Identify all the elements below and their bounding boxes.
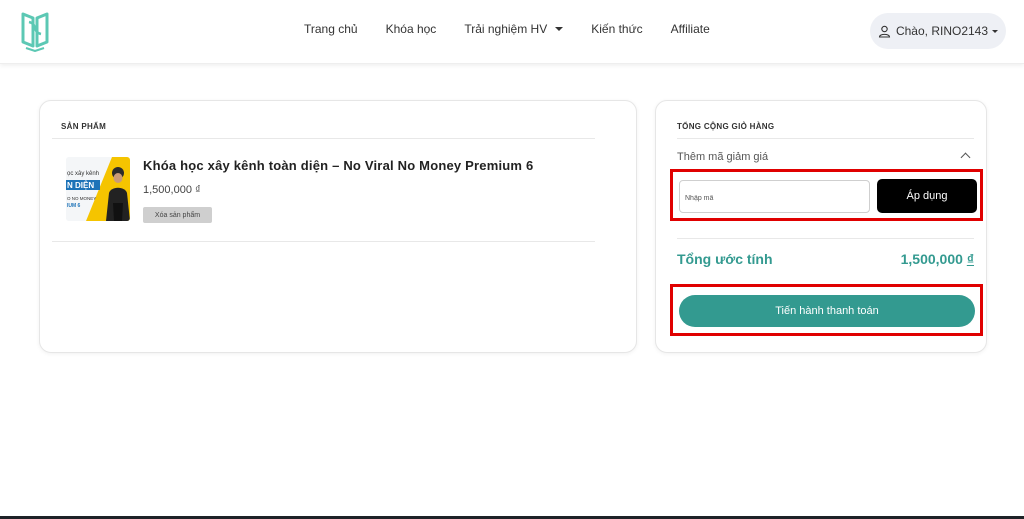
nav-courses-label: Khóa học xyxy=(385,22,437,36)
divider xyxy=(677,138,974,139)
estimated-total-value: 1,500,000 ₫ xyxy=(901,251,974,267)
nav-student-experience[interactable]: Trải nghiệm HV xyxy=(464,22,564,36)
thumbnail-text-line-1: ọc xây kênh xyxy=(67,171,99,177)
divider xyxy=(52,138,595,139)
thumbnail-text-line-4: IUM 6 xyxy=(67,203,81,209)
main-nav: Trang chủ Khóa học Trải nghiệm HV Kiến t… xyxy=(304,22,738,36)
estimated-total-label: Tổng ước tính xyxy=(677,251,773,267)
nav-courses[interactable]: Khóa học xyxy=(386,22,437,36)
nav-affiliate-label: Affiliate xyxy=(670,22,710,36)
cart-summary-card: TỔNG CỘNG GIỎ HÀNG Thêm mã giảm giá Áp d… xyxy=(655,100,987,353)
cart-totals-heading: TỔNG CỘNG GIỎ HÀNG xyxy=(677,122,775,131)
nav-knowledge-label: Kiến thức xyxy=(591,22,643,36)
checkout-button[interactable]: Tiến hành thanh toán xyxy=(679,295,975,327)
chevron-down-icon xyxy=(992,29,999,33)
product-thumbnail-image: ọc xây kênh N DIỆN O NO MONEY IUM 6 xyxy=(66,157,130,221)
user-menu-button[interactable]: Chào, RINO2143 xyxy=(870,13,1006,49)
logo-icon[interactable] xyxy=(20,10,50,52)
remove-product-button[interactable]: Xóa sản phẩm xyxy=(143,207,212,223)
product-title[interactable]: Khóa học xây kênh toàn diện – No Viral N… xyxy=(143,158,533,173)
coupon-code-input[interactable] xyxy=(679,180,870,213)
thumbnail-text-line-2: N DIỆN xyxy=(67,181,94,190)
user-greeting: Chào, RINO2143 xyxy=(895,24,989,38)
chevron-down-icon xyxy=(555,27,564,31)
total-amount: 1,500,000 xyxy=(900,251,963,267)
site-header: Trang chủ Khóa học Trải nghiệm HV Kiến t… xyxy=(0,0,1024,64)
coupon-highlight-box: Áp dụng xyxy=(670,169,983,221)
products-heading: SẢN PHẨM xyxy=(61,122,107,131)
nav-student-experience-label: Trải nghiệm HV xyxy=(464,22,548,36)
nav-home[interactable]: Trang chủ xyxy=(304,22,358,36)
product-price: 1,500,000 ₫ xyxy=(143,184,201,196)
cart-products-card: SẢN PHẨM ọc xây kênh N DIỆN O NO MONEY I… xyxy=(39,100,637,353)
chevron-up-icon[interactable] xyxy=(960,152,971,163)
divider xyxy=(677,238,974,239)
user-icon xyxy=(878,25,891,38)
nav-affiliate[interactable]: Affiliate xyxy=(671,22,710,36)
apply-coupon-button[interactable]: Áp dụng xyxy=(877,179,977,213)
thumbnail-text-line-3: O NO MONEY xyxy=(67,196,96,201)
currency-symbol: ₫ xyxy=(966,251,974,267)
nav-knowledge[interactable]: Kiến thức xyxy=(591,22,642,36)
nav-home-label: Trang chủ xyxy=(304,22,358,36)
divider xyxy=(52,241,595,242)
checkout-highlight-box: Tiến hành thanh toán xyxy=(670,284,983,336)
add-coupon-toggle[interactable]: Thêm mã giảm giá xyxy=(677,151,768,163)
product-thumbnail[interactable]: ọc xây kênh N DIỆN O NO MONEY IUM 6 xyxy=(66,157,130,221)
